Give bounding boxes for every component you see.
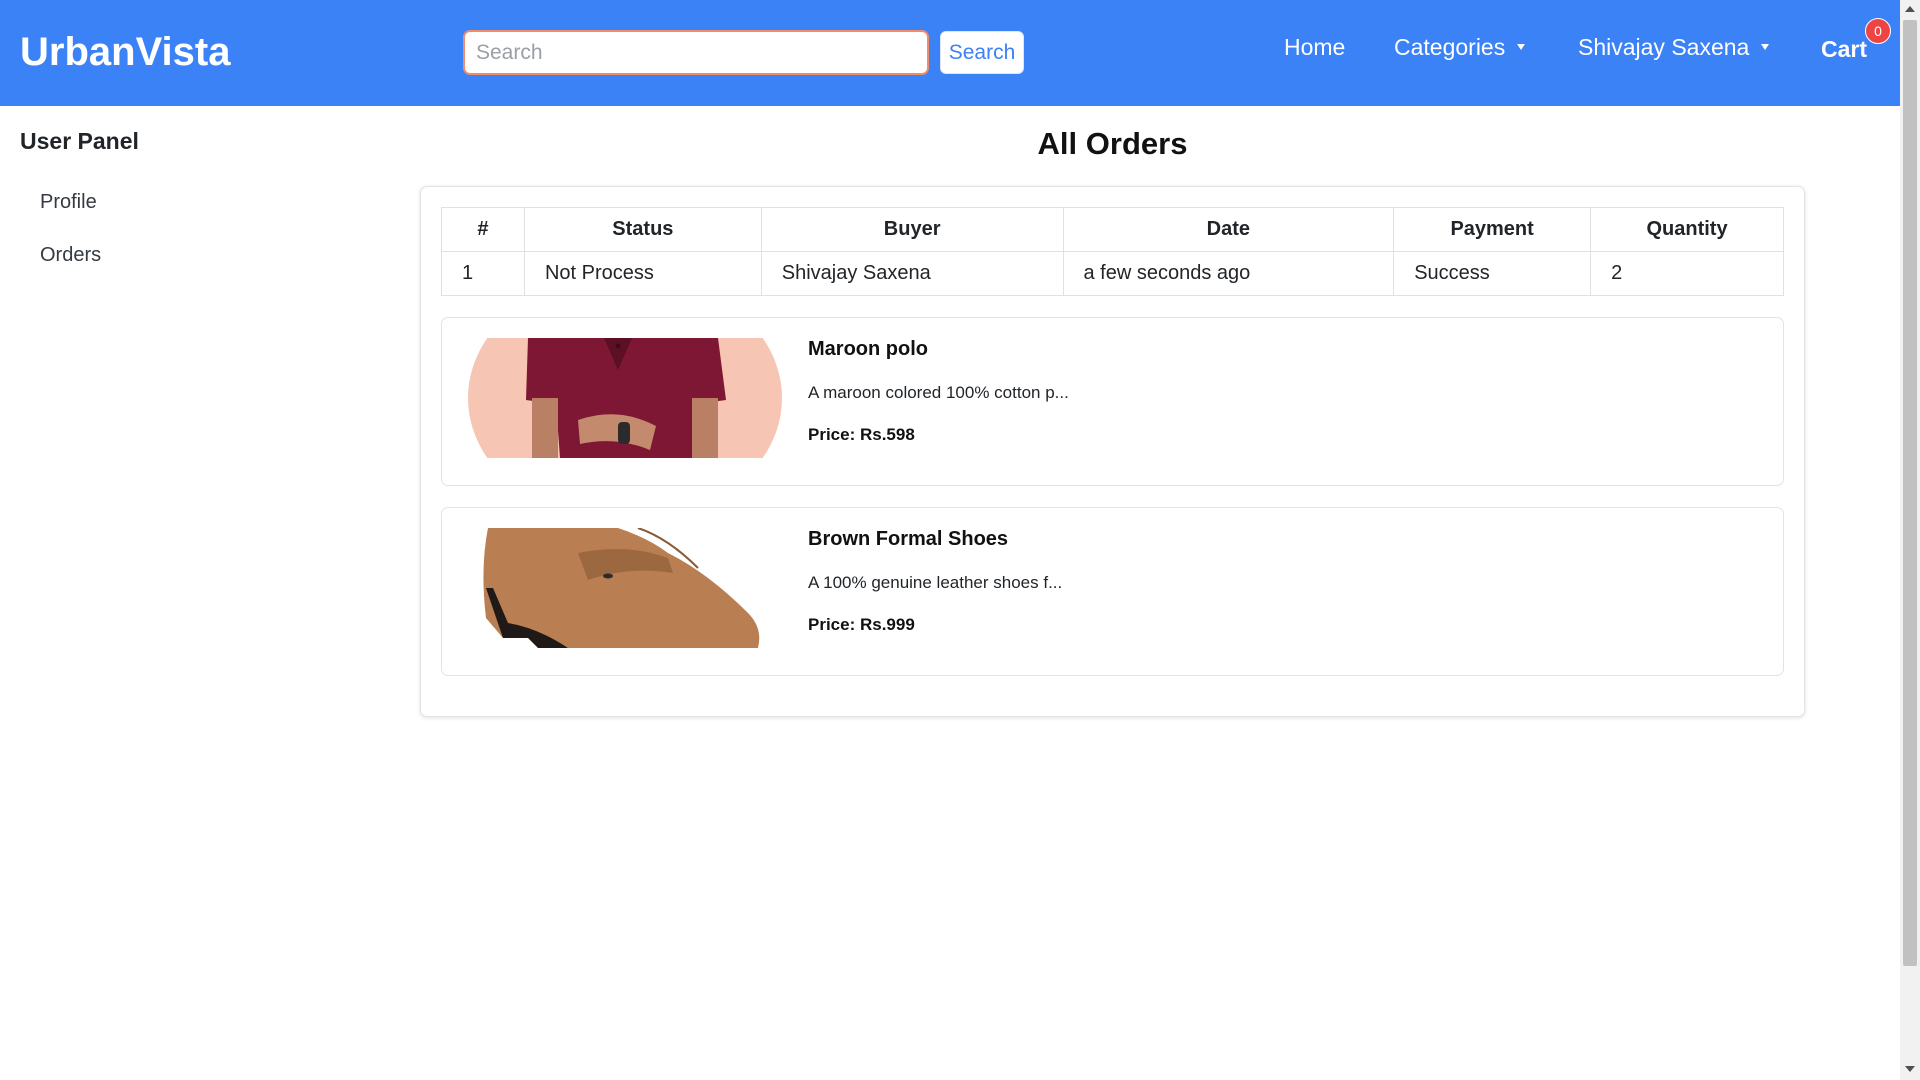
cell-quantity: 2 xyxy=(1590,251,1784,296)
product-price: Price: Rs.999 xyxy=(808,615,915,634)
cell-number: 1 xyxy=(441,251,525,296)
scroll-down-arrow-icon[interactable] xyxy=(1905,1066,1915,1072)
search-button[interactable]: Search xyxy=(940,31,1024,74)
nav-user-label: Shivajay Saxena xyxy=(1578,34,1750,60)
maroon-polo-illustration xyxy=(468,338,782,458)
search-input[interactable] xyxy=(463,30,929,75)
caret-down-icon xyxy=(1517,43,1526,50)
cell-payment: Success xyxy=(1393,251,1592,296)
table-header-row: # Status Buyer Date Payment Quantity xyxy=(441,207,1784,252)
nav-categories-label: Categories xyxy=(1394,34,1506,60)
page-title: All Orders xyxy=(1037,126,1188,161)
caret-down-icon xyxy=(1761,43,1770,50)
column-header-quantity: Quantity xyxy=(1590,207,1784,252)
cart-count-badge: 0 xyxy=(1865,18,1891,44)
product-card: Maroon polo A maroon colored 100% cotton… xyxy=(441,317,1784,486)
page: UrbanVista Search Home Categories Shivaj… xyxy=(0,0,1900,1080)
orders-table: # Status Buyer Date Payment Quantity 1 N… xyxy=(441,207,1784,296)
sidebar-title: User Panel xyxy=(20,128,139,154)
product-name: Brown Formal Shoes xyxy=(808,528,1009,550)
column-header-payment: Payment xyxy=(1393,207,1592,252)
nav-categories-dropdown[interactable]: Categories xyxy=(1394,32,1526,62)
navbar: UrbanVista Search Home Categories Shivaj… xyxy=(0,0,1900,106)
scrollbar-thumb[interactable] xyxy=(1903,20,1917,966)
brand-logo[interactable]: UrbanVista xyxy=(20,28,230,76)
nav-home-link[interactable]: Home xyxy=(1284,32,1345,62)
nav-cart-link[interactable]: Cart xyxy=(1821,34,1867,64)
cell-buyer: Shivajay Saxena xyxy=(760,251,1064,296)
sidebar-item-orders[interactable]: Orders xyxy=(40,244,101,267)
scroll-up-arrow-icon[interactable] xyxy=(1905,6,1915,12)
product-name: Maroon polo xyxy=(808,338,928,360)
vertical-scrollbar[interactable] xyxy=(1900,0,1920,1080)
maroon-polo-image xyxy=(468,338,782,458)
table-row: 1 Not Process Shivajay Saxena a few seco… xyxy=(441,251,1784,296)
nav-user-dropdown[interactable]: Shivajay Saxena xyxy=(1578,32,1770,62)
product-description: A maroon colored 100% cotton p... xyxy=(808,383,1069,402)
column-header-number: # xyxy=(441,207,525,252)
cell-status: Not Process xyxy=(523,251,762,296)
product-price: Price: Rs.598 xyxy=(808,425,915,444)
brown-shoes-illustration xyxy=(483,528,760,648)
product-card: Brown Formal Shoes A 100% genuine leathe… xyxy=(441,507,1784,676)
column-header-date: Date xyxy=(1062,207,1395,252)
brown-shoes-image xyxy=(468,528,782,648)
column-header-status: Status xyxy=(523,207,762,252)
sidebar-item-profile[interactable]: Profile xyxy=(40,191,97,214)
column-header-buyer: Buyer xyxy=(760,207,1064,252)
cell-date: a few seconds ago xyxy=(1062,251,1395,296)
product-description: A 100% genuine leather shoes f... xyxy=(808,573,1063,592)
